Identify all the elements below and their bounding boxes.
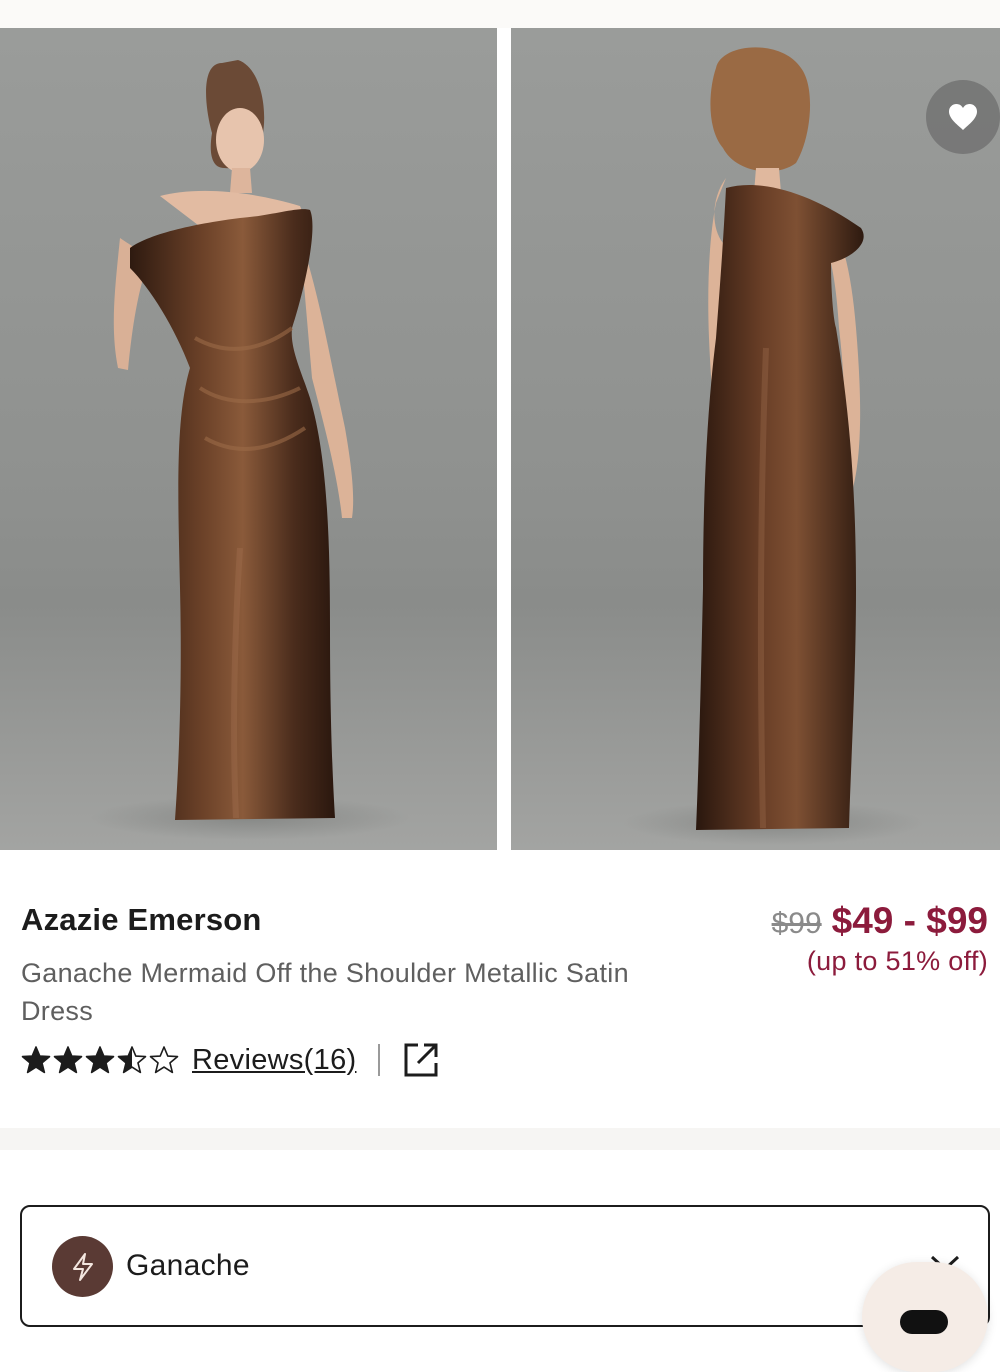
section-divider: [0, 1128, 1000, 1150]
product-name: Ganache Mermaid Off the Shoulder Metalli…: [21, 958, 629, 1026]
color-selector[interactable]: Ganache: [20, 1205, 990, 1327]
product-gallery[interactable]: [0, 28, 1000, 850]
favorite-button[interactable]: [926, 80, 1000, 154]
sale-price: $49 - $99: [831, 900, 988, 941]
selected-color-label: Ganache: [126, 1249, 250, 1282]
star-icon: [53, 1046, 83, 1074]
front-view-illustration: [90, 60, 410, 840]
star-icon: [85, 1046, 115, 1074]
separator: [378, 1044, 381, 1076]
product-image-front[interactable]: [0, 28, 497, 850]
top-bar: [0, 0, 1000, 28]
star-icon: [21, 1046, 51, 1074]
price-block: $99 $49 - $99 (up to 51% off): [772, 900, 988, 977]
original-price: $99: [771, 907, 822, 940]
color-swatch: [52, 1236, 113, 1297]
star-icon: [149, 1046, 179, 1074]
chat-icon: [900, 1310, 948, 1334]
chat-button[interactable]: [862, 1262, 988, 1372]
share-icon[interactable]: [402, 1041, 440, 1079]
reviews-link[interactable]: Reviews(16): [192, 1044, 356, 1077]
lightning-icon: [72, 1252, 93, 1281]
product-brand: Azazie Emerson: [21, 902, 262, 937]
star-rating: [21, 1045, 179, 1075]
product-image-back[interactable]: [511, 28, 1000, 850]
discount-label: (up to 51% off): [806, 946, 988, 976]
heart-icon: [949, 104, 977, 130]
star-icon: [117, 1046, 147, 1074]
back-view-illustration: [623, 47, 923, 845]
rating-row: Reviews(16): [21, 1040, 440, 1080]
product-info: Azazie Emerson Ganache Mermaid Off the S…: [0, 850, 1000, 1128]
